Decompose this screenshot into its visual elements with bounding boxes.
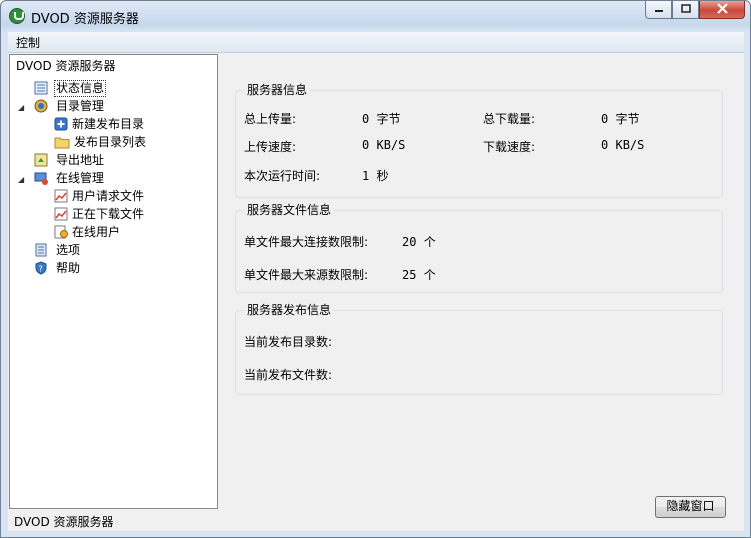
app-window: DVOD 资源服务器 控制 DVOD 资源服务器 状态信息 ◢ 目录管理 新建发… [0,0,751,538]
window-controls [645,1,745,21]
max-connections-value: 20 个 [402,235,436,249]
close-icon [716,2,728,17]
minimize-icon [654,4,664,16]
directory-icon [34,99,48,113]
tree-item-label: 在线管理 [56,171,105,185]
upload-total-value: 0 字节 [362,112,401,126]
upload-speed-label: 上传速度: [244,140,297,154]
publish-dir-count-label: 当前发布目录数: [244,335,333,349]
tree-item-status[interactable]: 状态信息 [34,80,107,97]
download-total-label: 总下载量: [483,112,536,126]
maximize-button[interactable] [672,1,699,19]
upload-total-label: 总上传量: [244,112,297,126]
tree-item-help[interactable]: ? 帮助 [34,260,82,277]
tree-item-label: 发布目录列表 [74,135,147,149]
tree-item-label: 导出地址 [56,153,105,167]
tree-item-label: 用户请求文件 [72,189,145,203]
close-button[interactable] [699,1,745,19]
export-icon [34,153,48,167]
download-total-value: 0 字节 [601,112,640,126]
menu-control[interactable]: 控制 [16,34,40,51]
download-speed-label: 下载速度: [483,140,536,154]
group-title: 服务器文件信息 [244,203,335,217]
add-icon [54,117,68,131]
tree-item-label: 目录管理 [56,99,105,113]
tree-item-label: 新建发布目录 [72,117,145,131]
minimize-button[interactable] [645,1,672,19]
app-logo-icon [9,8,25,24]
status-bar: DVOD 资源服务器 [9,511,218,531]
max-connections-label: 单文件最大连接数限制: [244,235,369,249]
tree-item-downloading[interactable]: 正在下载文件 [54,206,146,223]
hide-window-button[interactable]: 隐藏窗口 [655,496,726,518]
tree-item-label: 选项 [56,243,81,257]
tree-item-directory[interactable]: ◢ 目录管理 [18,98,106,115]
window-title: DVOD 资源服务器 [31,12,139,27]
chart-icon [54,207,68,221]
publish-file-count-label: 当前发布文件数: [244,368,333,382]
download-speed-value: 0 KB/S [601,138,645,152]
tree-item-export[interactable]: 导出地址 [34,152,106,169]
tree-item-label: 在线用户 [72,225,121,239]
publish-info-group: 服务器发布信息 当前发布目录数: 当前发布文件数: [235,303,723,395]
help-icon: ? [34,261,48,275]
tree-item-online[interactable]: ◢ 在线管理 [18,170,106,187]
tree-item-label: 正在下载文件 [72,207,145,221]
tree-item-options[interactable]: 选项 [34,242,82,259]
upload-speed-value: 0 KB/S [362,138,406,152]
uptime-label: 本次运行时间: [244,169,321,183]
maximize-icon [680,3,691,16]
online-icon [34,171,48,185]
menu-bar: 控制 [8,32,744,53]
status-bar-text: DVOD 资源服务器 [14,515,114,529]
uptime-value: 1 秒 [362,169,389,183]
tree-item-label: 帮助 [56,261,81,275]
max-sources-value: 25 个 [402,268,436,282]
tree-item-new-publish-dir[interactable]: 新建发布目录 [54,116,146,133]
tree-item-label: 状态信息 [54,80,107,97]
group-title: 服务器发布信息 [244,303,335,317]
tree-item-online-users[interactable]: 在线用户 [54,224,122,241]
tree-item-user-requests[interactable]: 用户请求文件 [54,188,146,205]
folder-icon [54,135,70,149]
tree-root-label: DVOD 资源服务器 [16,59,116,73]
title-bar[interactable]: DVOD 资源服务器 [1,1,750,32]
chart-icon [54,189,68,203]
user-icon [54,225,68,239]
tree-root[interactable]: DVOD 资源服务器 [14,58,118,75]
navigation-tree[interactable]: DVOD 资源服务器 状态信息 ◢ 目录管理 新建发布目录 发布目录列表 导出地… [9,54,218,509]
max-sources-label: 单文件最大来源数限制: [244,268,369,282]
group-title: 服务器信息 [244,83,311,97]
client-area: DVOD 资源服务器 状态信息 ◢ 目录管理 新建发布目录 发布目录列表 导出地… [8,53,744,531]
server-info-group: 服务器信息 总上传量: 0 字节 总下载量: 0 字节 上传速度: 0 KB/S… [235,83,723,198]
tree-item-publish-dir-list[interactable]: 发布目录列表 [54,134,148,151]
expand-toggle-icon[interactable]: ◢ [18,171,24,188]
expand-toggle-icon[interactable]: ◢ [18,99,24,116]
svg-text:?: ? [39,265,43,274]
status-icon [34,81,48,95]
options-icon [34,243,48,257]
file-info-group: 服务器文件信息 单文件最大连接数限制: 20 个 单文件最大来源数限制: 25 … [235,203,723,293]
